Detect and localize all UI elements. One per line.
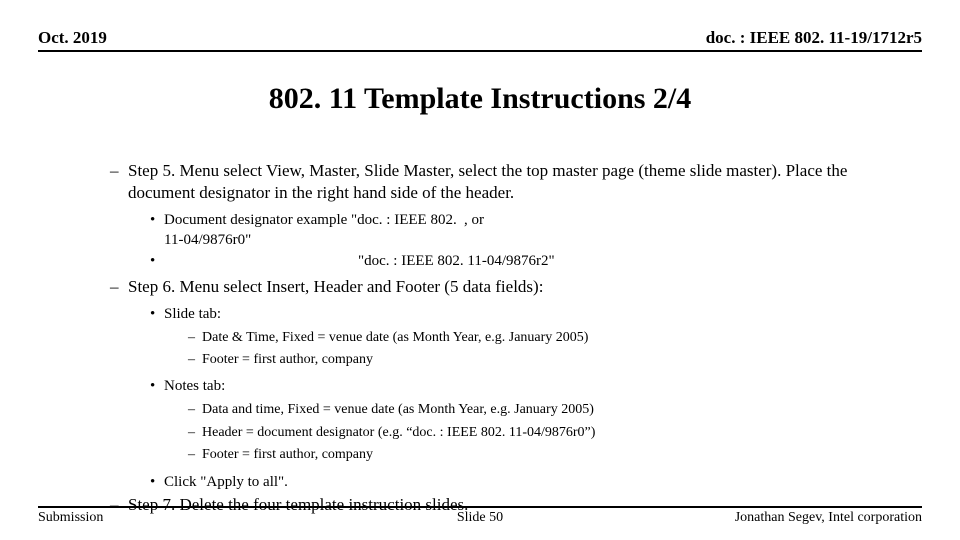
- notes-tab-heading: Notes tab:: [110, 377, 912, 397]
- header-date: Oct. 2019: [38, 28, 107, 48]
- apply-to-all: Click "Apply to all".: [110, 473, 912, 493]
- slide-tab-heading: Slide tab:: [110, 305, 912, 325]
- slide-body: Step 5. Menu select View, Master, Slide …: [38, 160, 922, 517]
- step-6: Step 6. Menu select Insert, Header and F…: [110, 276, 912, 298]
- doc-designator-example-1: Document designator example "doc. : IEEE…: [110, 211, 912, 251]
- slide-tab-item-2: Footer = first author, company: [110, 351, 912, 369]
- footer-left: Submission: [38, 510, 103, 526]
- example-suffix: , or: [464, 211, 484, 251]
- slide-title: 802. 11 Template Instructions 2/4: [38, 82, 922, 116]
- example-label: Document designator example "doc. : IEEE…: [164, 211, 464, 251]
- step-5: Step 5. Menu select View, Master, Slide …: [110, 160, 912, 205]
- slide-header: Oct. 2019 doc. : IEEE 802. 11-19/1712r5: [38, 28, 922, 52]
- notes-tab-item-3: Footer = first author, company: [110, 446, 912, 464]
- notes-tab-item-1: Data and time, Fixed = venue date (as Mo…: [110, 401, 912, 419]
- slide-tab-item-1: Date & Time, Fixed = venue date (as Mont…: [110, 329, 912, 347]
- notes-tab-item-2: Header = document designator (e.g. “doc.…: [110, 424, 912, 442]
- footer-author: Jonathan Segev, Intel corporation: [735, 510, 922, 526]
- doc-designator-example-2: "doc. : IEEE 802. 11-04/9876r2": [110, 252, 912, 272]
- slide-footer: Submission Slide 50 Jonathan Segev, Inte…: [38, 506, 922, 526]
- footer-slide-number: Slide 50: [457, 510, 503, 526]
- header-doc-designator: doc. : IEEE 802. 11-19/1712r5: [706, 28, 922, 48]
